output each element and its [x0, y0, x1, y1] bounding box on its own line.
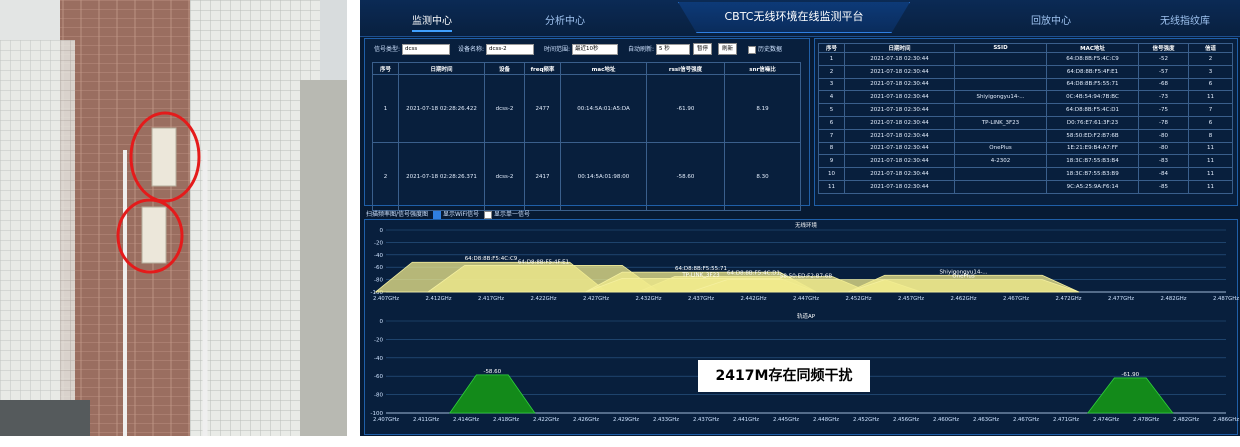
- x-tick-label: 2.457GHz: [898, 296, 924, 302]
- x-tick-label: 2.445GHz: [773, 417, 799, 423]
- x-tick-label: 2.486GHz: [1213, 417, 1239, 423]
- signal-label: 64:D8:8B:F5:4F:E1: [518, 259, 569, 265]
- x-tick-label: 2.407GHz: [373, 417, 399, 423]
- y-tick-label: -80: [374, 278, 383, 284]
- x-tick-label: 2.429GHz: [613, 417, 639, 423]
- x-tick-label: 2.437GHz: [693, 417, 719, 423]
- y-tick-label: -40: [374, 253, 383, 259]
- x-tick-label: 2.474GHz: [1093, 417, 1119, 423]
- y-tick-label: 0: [380, 228, 384, 234]
- x-tick-label: 2.463GHz: [973, 417, 999, 423]
- x-tick-label: 2.467GHz: [1003, 296, 1029, 302]
- x-tick-label: 2.460GHz: [933, 417, 959, 423]
- x-tick-label: 2.487GHz: [1213, 296, 1239, 302]
- y-tick-label: 0: [380, 319, 384, 325]
- y-tick-label: -20: [374, 240, 383, 246]
- x-tick-label: 2.418GHz: [493, 417, 519, 423]
- x-tick-label: 2.478GHz: [1133, 417, 1159, 423]
- x-tick-label: 2.422GHz: [530, 296, 556, 302]
- signal-area: [449, 374, 536, 414]
- x-tick-label: 2.417GHz: [478, 296, 504, 302]
- chart-title-1: 轨道AP: [797, 312, 816, 320]
- x-tick-label: 2.422GHz: [533, 417, 559, 423]
- signal-label: 64:D8:8B:F5:4C:C9: [465, 256, 518, 262]
- x-tick-label: 2.447GHz: [793, 296, 819, 302]
- signal-label: TP-LINK_3F23: [681, 272, 720, 278]
- x-tick-label: 2.452GHz: [853, 417, 879, 423]
- x-tick-label: 2.427GHz: [583, 296, 609, 302]
- x-tick-label: 2.411GHz: [413, 417, 439, 423]
- signal-area: [1086, 377, 1174, 414]
- y-tick-label: -80: [374, 393, 383, 399]
- x-tick-label: 2.412GHz: [425, 296, 451, 302]
- x-tick-label: 2.441GHz: [733, 417, 759, 423]
- signal-label: -58.60: [483, 369, 501, 375]
- x-tick-label: 2.442GHz: [740, 296, 766, 302]
- x-tick-label: 2.407GHz: [373, 296, 399, 302]
- x-tick-label: 2.471GHz: [1053, 417, 1079, 423]
- x-tick-label: 2.462GHz: [950, 296, 976, 302]
- x-tick-label: 2.433GHz: [653, 417, 679, 423]
- x-tick-label: 2.472GHz: [1055, 296, 1081, 302]
- x-tick-label: 2.482GHz: [1160, 296, 1186, 302]
- x-tick-label: 2.452GHz: [845, 296, 871, 302]
- signal-label: 64:D8:8B:F5:4C:D1: [727, 271, 780, 277]
- x-tick-label: 2.456GHz: [893, 417, 919, 423]
- y-tick-label: -40: [374, 356, 383, 362]
- signal-area: [847, 279, 1080, 293]
- x-tick-label: 2.477GHz: [1108, 296, 1134, 302]
- y-tick-label: -20: [374, 337, 383, 343]
- signal-label: 64:D8:8B:F5:55:71: [675, 266, 727, 272]
- signal-label: -61.90: [1121, 372, 1139, 378]
- x-tick-label: 2.414GHz: [453, 417, 479, 423]
- y-tick-label: -60: [374, 265, 383, 271]
- x-tick-label: 2.467GHz: [1013, 417, 1039, 423]
- x-tick-label: 2.426GHz: [573, 417, 599, 423]
- interference-annotation: 2417M存在同频干扰: [698, 360, 870, 392]
- installation-photo: [0, 0, 347, 436]
- y-tick-label: -60: [374, 374, 383, 380]
- x-tick-label: 2.482GHz: [1173, 417, 1199, 423]
- signal-label: OnePlus: [952, 274, 975, 280]
- signal-label: 58:50:ED:F2:B7:6B: [780, 274, 832, 280]
- monitoring-app: 监测中心 分析中心 CBTC无线环境在线监测平台 回放中心 无线指纹库 信号类型…: [360, 0, 1240, 436]
- chart-title-0: 无线环境: [795, 221, 818, 229]
- x-tick-label: 2.432GHz: [635, 296, 661, 302]
- x-tick-label: 2.448GHz: [813, 417, 839, 423]
- x-tick-label: 2.437GHz: [688, 296, 714, 302]
